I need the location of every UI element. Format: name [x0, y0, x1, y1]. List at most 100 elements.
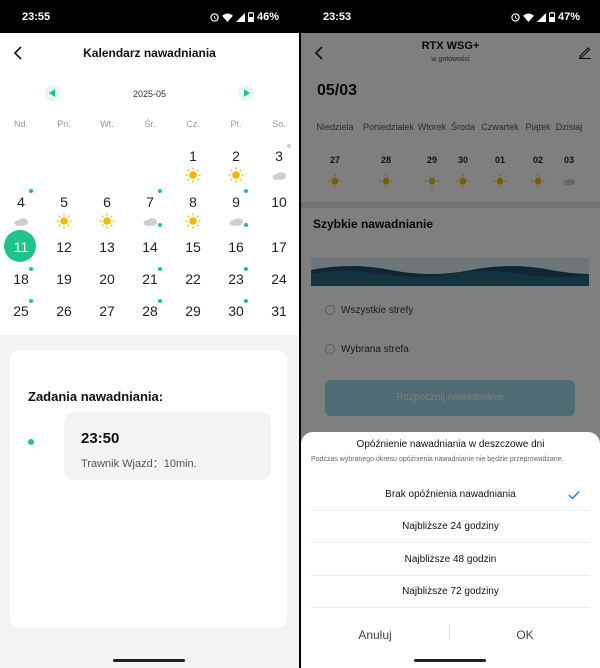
sun-icon — [185, 213, 201, 229]
delay-option-24h[interactable]: Najbliższe 24 godziny — [311, 511, 590, 543]
signal-icon — [235, 12, 245, 22]
cancel-button[interactable]: Anuluj — [301, 620, 449, 650]
alarm-icon — [210, 12, 219, 22]
calendar-day[interactable]: 25 — [1, 303, 41, 323]
status-bar: 23:53 47% — [301, 0, 600, 33]
sheet-title: Opóźnienie nawadniania w deszczowe dni — [356, 439, 545, 450]
wifi-icon — [222, 12, 233, 22]
calendar-day[interactable]: 10 — [259, 194, 299, 214]
calendar-day[interactable]: 22 — [173, 271, 213, 291]
home-indicator[interactable] — [414, 659, 486, 662]
sun-icon — [56, 213, 72, 229]
next-month-button[interactable] — [238, 85, 254, 101]
button-divider — [449, 624, 450, 640]
calendar-day[interactable]: 8 — [173, 194, 213, 214]
weekday-label: Nd. — [13, 119, 28, 129]
tasks-panel: Zadania nawadniania: 23:50 Trawnik Wjazd… — [10, 350, 287, 628]
calendar-day[interactable]: 14 — [130, 239, 170, 259]
battery-level: 47% — [557, 11, 580, 23]
calendar-day[interactable]: 3 — [259, 148, 299, 168]
delay-option-label: Brak opóźnienia nawadniania — [385, 489, 516, 500]
task-time: 23:50 — [81, 430, 120, 447]
sun-icon — [228, 167, 244, 183]
check-icon — [568, 491, 580, 500]
header: Kalendarz nawadniania — [0, 33, 299, 73]
status-icons: 46% — [210, 11, 279, 23]
task-dot — [158, 299, 162, 303]
task-dot — [244, 267, 248, 271]
calendar-day-selected[interactable]: 11 — [1, 239, 41, 259]
sheet-description: Podczas wybranego okresu opóźnienia nawa… — [311, 456, 564, 463]
task-dot — [158, 223, 162, 227]
calendar-day[interactable]: 9 — [216, 194, 256, 214]
page-title: Kalendarz nawadniania — [83, 46, 216, 60]
device-screen: 23:53 47% RTX WSG+ w gotowości 05/03 Nie… — [301, 0, 600, 668]
calendar-day[interactable]: 13 — [87, 239, 127, 259]
status-time: 23:53 — [323, 11, 352, 23]
calendar-day[interactable]: 23 — [216, 271, 256, 291]
calendar-day[interactable]: 16 — [216, 239, 256, 259]
weekday-label: Śr. — [144, 119, 156, 129]
delay-option-label: Najbliższe 48 godzin — [404, 554, 497, 565]
signal-icon — [536, 12, 546, 22]
task-dot — [244, 189, 248, 193]
delay-option-label: Najbliższe 72 godziny — [402, 586, 499, 597]
calendar-day[interactable]: 27 — [87, 303, 127, 323]
calendar-day[interactable]: 18 — [1, 271, 41, 291]
calendar-day[interactable]: 30 — [216, 303, 256, 323]
weekday-label: Pt. — [230, 119, 242, 129]
cloud-icon — [143, 218, 157, 226]
calendar-day[interactable]: 20 — [87, 271, 127, 291]
task-dot — [29, 299, 33, 303]
status-icons: 47% — [511, 11, 580, 23]
cloud-icon — [229, 218, 243, 226]
weekday-label: Wt. — [100, 119, 114, 129]
weekday-label: Cz. — [186, 119, 200, 129]
delay-option-48h[interactable]: Najbliższe 48 godzin — [311, 544, 590, 576]
calendar-day[interactable]: 21 — [130, 271, 170, 291]
calendar-day[interactable]: 7 — [130, 194, 170, 214]
calendar-day[interactable]: 4 — [1, 194, 41, 214]
calendar-day[interactable]: 29 — [173, 303, 213, 323]
weekday-label: So. — [272, 119, 286, 129]
home-indicator[interactable] — [113, 659, 185, 662]
calendar-day[interactable]: 5 — [44, 194, 84, 214]
task-item[interactable]: 23:50 Trawnik Wjazd：10min. — [64, 412, 271, 480]
task-dot — [158, 267, 162, 271]
calendar-day[interactable]: 17 — [259, 239, 299, 259]
calendar-day[interactable]: 15 — [173, 239, 213, 259]
weekday-label: Pn. — [57, 119, 71, 129]
delay-option-none[interactable]: Brak opóźnienia nawadniania — [311, 479, 590, 511]
calendar-day[interactable]: 24 — [259, 271, 299, 291]
battery-icon — [247, 12, 254, 22]
cloud-icon — [272, 172, 286, 180]
ok-button[interactable]: OK — [451, 620, 599, 650]
calendar-screen: 23:55 46% Kalendarz nawadniania 2025-05 … — [0, 0, 299, 668]
calendar-day[interactable]: 19 — [44, 271, 84, 291]
task-dot — [29, 267, 33, 271]
tasks-title: Zadania nawadniania: — [28, 389, 164, 404]
status-time: 23:55 — [22, 11, 51, 23]
calendar-day[interactable]: 12 — [44, 239, 84, 259]
task-dot — [29, 189, 33, 193]
month-label: 2025-05 — [132, 89, 167, 99]
day-marker-dot — [287, 144, 291, 148]
task-dot — [244, 299, 248, 303]
calendar: 2025-05 Nd. Pn. Wt. Śr. Cz. Pt. So. 1 2 … — [0, 73, 299, 335]
wifi-icon — [523, 12, 534, 22]
delay-option-label: Najbliższe 24 godziny — [402, 521, 499, 532]
calendar-day[interactable]: 6 — [87, 194, 127, 214]
sun-icon — [99, 213, 115, 229]
cloud-icon — [14, 218, 28, 226]
calendar-day[interactable]: 26 — [44, 303, 84, 323]
calendar-day[interactable]: 28 — [130, 303, 170, 323]
delay-option-72h[interactable]: Najbliższe 72 godziny — [311, 576, 590, 608]
task-dot — [244, 223, 248, 227]
calendar-day[interactable]: 1 — [173, 148, 213, 168]
task-dot — [158, 189, 162, 193]
rain-delay-sheet: Opóźnienie nawadniania w deszczowe dni P… — [301, 432, 600, 668]
calendar-day[interactable]: 31 — [259, 303, 299, 323]
calendar-day[interactable]: 2 — [216, 148, 256, 168]
task-dot — [28, 439, 34, 445]
status-bar: 23:55 46% — [0, 0, 299, 33]
